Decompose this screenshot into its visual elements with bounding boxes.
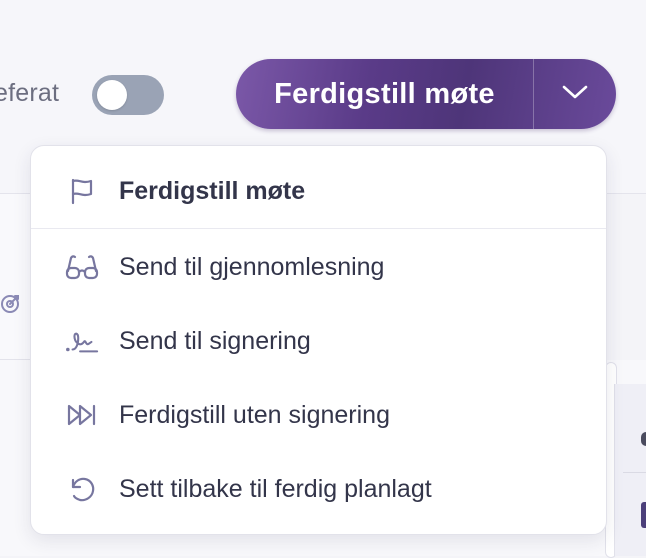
menu-item-label: Ferdigstill uten signering [119, 400, 390, 429]
background-badge [641, 502, 646, 528]
toggle-knob [97, 80, 127, 110]
target-icon [0, 292, 22, 314]
menu-item-complete-meeting[interactable]: Ferdigstill møte [31, 161, 606, 221]
complete-meeting-dropdown-toggle[interactable] [534, 59, 616, 129]
signature-icon [65, 324, 99, 358]
chevron-down-icon [561, 83, 589, 106]
referat-toggle[interactable] [92, 75, 164, 115]
complete-meeting-button[interactable]: Ferdigstill møte [236, 59, 533, 129]
flag-icon [65, 174, 99, 208]
menu-item-send-for-signing[interactable]: Send til signering [31, 311, 606, 371]
referat-label: eferat [0, 79, 60, 107]
background-avatar [641, 432, 646, 446]
fast-forward-icon [65, 398, 99, 432]
undo-icon [65, 472, 99, 506]
glasses-icon [65, 250, 99, 284]
menu-divider [31, 228, 606, 229]
menu-item-label: Send til gjennomlesning [119, 252, 385, 281]
menu-item-label: Send til signering [119, 326, 311, 355]
menu-item-revert-to-planned[interactable]: Sett tilbake til ferdig planlagt [31, 459, 606, 519]
background-panel [0, 194, 30, 360]
complete-meeting-split-button: Ferdigstill møte [236, 59, 616, 129]
complete-meeting-menu: Ferdigstill møte Send til gjennomlesning… [30, 145, 607, 535]
menu-item-complete-without-signing[interactable]: Ferdigstill uten signering [31, 385, 606, 445]
menu-item-label: Ferdigstill møte [119, 176, 306, 205]
menu-item-label: Sett tilbake til ferdig planlagt [119, 474, 432, 503]
background-side-panel [614, 384, 646, 556]
menu-item-send-for-review[interactable]: Send til gjennomlesning [31, 237, 606, 297]
